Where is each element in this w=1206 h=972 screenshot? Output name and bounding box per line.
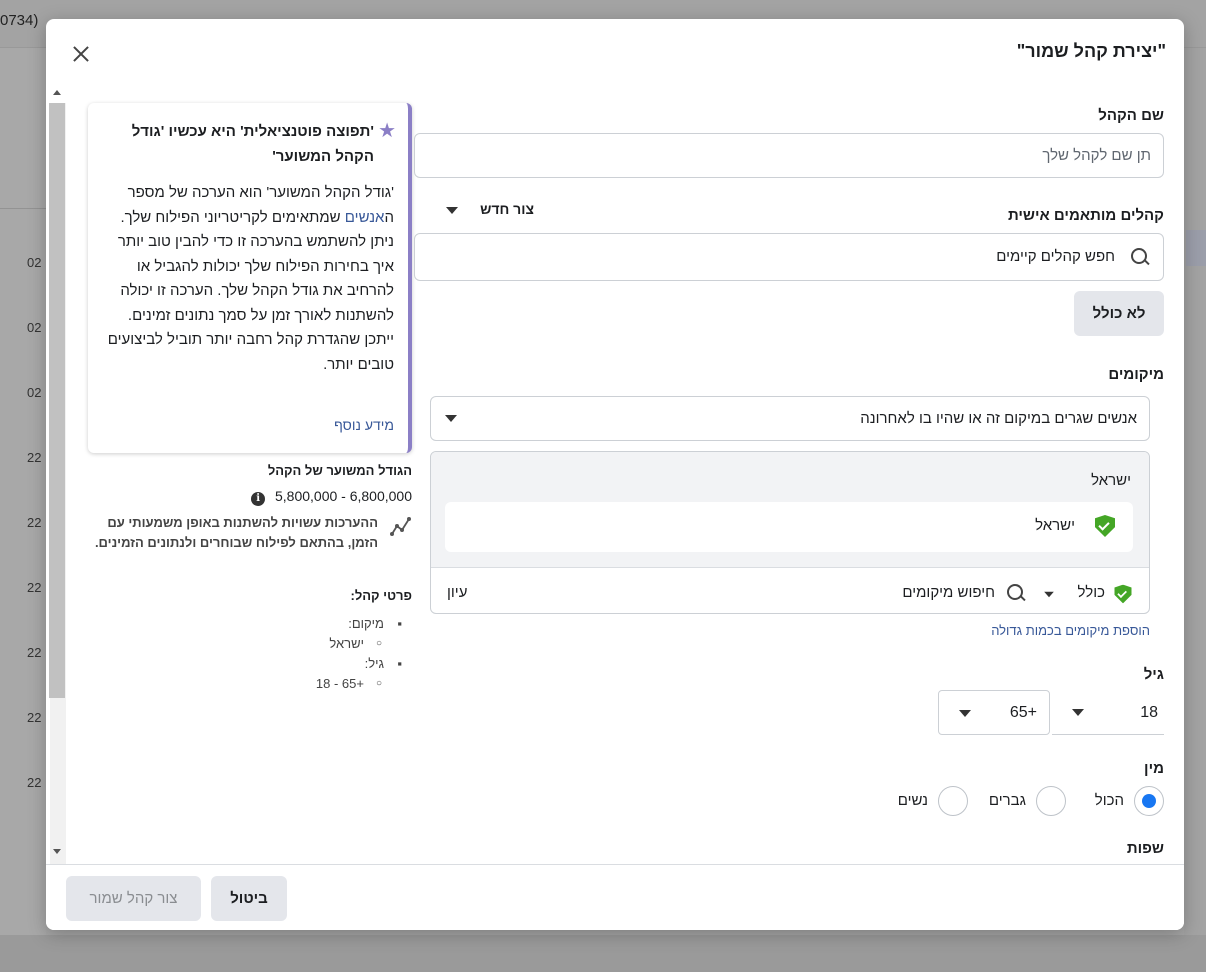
scrollbar-thumb[interactable]	[49, 103, 65, 698]
audience-size-range: 5,800,000 - 6,800,000	[274, 488, 412, 504]
details-location: ▪ מיקום:	[88, 614, 412, 634]
include-shield-icon	[1114, 584, 1132, 604]
browse-button[interactable]: עיון	[447, 584, 467, 601]
background-cell: 22	[27, 710, 42, 725]
details-age: ▪ גיל:	[88, 654, 412, 674]
background-cell: 02	[27, 385, 42, 400]
background-cell: 22	[27, 515, 42, 530]
audience-details-list: ▪ מיקום: ○ ישראל ▪ גיל: ○ 18 - 65+	[88, 614, 412, 694]
audience-form: שם הקהל תן שם לקהל שלך קהלים מותאמים איש…	[414, 83, 1184, 864]
chevron-down-icon	[1072, 709, 1084, 716]
include-label: כולל	[1077, 584, 1105, 601]
estimate-note: ההערכות עשויות להשתנות באופן משמעותי עם …	[94, 515, 378, 550]
background-cell: 22	[27, 580, 42, 595]
background-right-block	[1186, 230, 1206, 266]
location-chip-label: ישראל	[1035, 517, 1075, 534]
location-group-heading: ישראל	[1091, 472, 1131, 489]
details-age-label: גיל:	[364, 656, 384, 671]
tip-card: ★ 'תפוצה פוטנציאלית' היא עכשיו 'גודל הקה…	[88, 103, 412, 453]
search-icon	[1131, 248, 1149, 266]
location-type-dropdown[interactable]: אנשים שגרים במיקום זה או שהיו בו לאחרונה	[430, 396, 1150, 441]
location-chip[interactable]: ישראל	[445, 502, 1133, 552]
custom-audiences-label: קהלים מותאמים אישית	[1007, 207, 1164, 224]
details-location-label: מיקום:	[348, 616, 384, 631]
locations-label: מיקומים	[1108, 366, 1164, 383]
location-type-value: אנשים שגרים במיקום זה או שהיו בו לאחרונה	[860, 410, 1137, 427]
chevron-down-icon	[959, 710, 971, 717]
info-icon[interactable]: i	[251, 491, 266, 506]
include-shield-icon	[1095, 515, 1115, 537]
details-location-value-row: ○ ישראל	[88, 634, 412, 654]
audience-size-heading: הגודל המשוער של הקהל	[267, 463, 412, 478]
bullet-icon: ▪	[397, 656, 402, 671]
age-min-value: 18	[1140, 704, 1158, 721]
age-min-dropdown[interactable]: 18	[1052, 690, 1164, 735]
background-cell: 22	[27, 645, 42, 660]
circle-bullet-icon: ○	[375, 678, 382, 689]
chevron-down-icon	[445, 415, 457, 422]
learn-more-link[interactable]: מידע נוסף	[334, 417, 394, 433]
audience-name-placeholder: תן שם לקהל שלך	[1042, 147, 1151, 164]
gender-label: מין	[1144, 760, 1164, 777]
trend-icon	[390, 517, 411, 536]
custom-audiences-search-placeholder: חפש קהלים קיימים	[996, 248, 1115, 265]
location-search-placeholder: חיפוש מיקומים	[902, 584, 995, 601]
age-max-value: 65+	[1009, 704, 1037, 721]
details-age-value: 18 - 65+	[315, 676, 364, 691]
gender-women-radio[interactable]	[938, 786, 968, 816]
details-age-value-row: ○ 18 - 65+	[88, 674, 412, 694]
search-icon	[1007, 584, 1025, 602]
background-row	[0, 208, 46, 209]
background-right-panel	[1184, 48, 1206, 938]
gender-all-radio[interactable]	[1134, 786, 1164, 816]
tip-title: 'תפוצה פוטנציאלית' היא עכשיו 'גודל הקהל …	[131, 123, 374, 165]
background-cell: 22	[27, 450, 42, 465]
location-search-input[interactable]: חיפוש מיקומים	[609, 578, 1029, 608]
tip-people-link[interactable]: אנשים	[345, 209, 385, 226]
background-bottom-bar	[0, 935, 1206, 972]
include-dropdown[interactable]: כולל	[1044, 582, 1133, 606]
gender-men-label: גברים	[988, 792, 1026, 809]
languages-label: שפות	[1126, 840, 1164, 857]
create-new-label: צור חדש	[480, 201, 534, 217]
scroll-up-arrow-icon[interactable]	[53, 90, 61, 95]
background-cell: 02	[27, 320, 42, 335]
audience-name-label: שם הקהל	[1098, 107, 1164, 124]
close-icon[interactable]	[66, 39, 96, 69]
audience-size-row: 5,800,000 - 6,800,000 i	[88, 488, 412, 506]
audience-details-heading: פרטי קהל:	[350, 588, 413, 603]
tip-body: 'גודל הקהל המשוער' הוא הערכה של מספר האנ…	[102, 181, 394, 377]
location-selected-area: ישראל ישראל	[431, 452, 1149, 568]
audience-name-input[interactable]: תן שם לקהל שלך	[414, 133, 1164, 178]
details-location-value: ישראל	[329, 636, 364, 651]
dialog-content: ★ 'תפוצה פוטנציאלית' היא עכשיו 'גודל הקה…	[46, 83, 1184, 864]
background-table: 02 02 02 22 22 22 22 22 22	[0, 48, 46, 938]
chevron-down-icon	[1044, 591, 1054, 598]
gender-men-radio[interactable]	[1036, 786, 1066, 816]
age-label: גיל	[1143, 666, 1164, 683]
exclude-button[interactable]: לא כולל	[1074, 291, 1164, 336]
background-cell: 02	[27, 255, 42, 270]
star-icon: ★	[378, 120, 396, 142]
tip-body-text: שמתאימים לקריטריוני הפילוח שלך. ניתן להש…	[107, 208, 394, 373]
bullet-icon: ▪	[397, 616, 402, 631]
gender-all-label: הכול	[1094, 792, 1124, 809]
cancel-button[interactable]: ביטול	[211, 876, 287, 921]
background-id-fragment: 0734)	[0, 12, 39, 29]
age-max-dropdown[interactable]: 65+	[938, 690, 1050, 735]
bulk-add-locations-link[interactable]: הוספת מיקומים בכמות גדולה	[991, 623, 1150, 638]
scroll-down-arrow-icon[interactable]	[53, 849, 61, 854]
info-column: ★ 'תפוצה פוטנציאלית' היא עכשיו 'גודל הקה…	[46, 83, 414, 864]
create-saved-audience-button[interactable]: צור קהל שמור	[66, 876, 201, 921]
background-cell: 22	[27, 775, 42, 790]
create-new-dropdown[interactable]: צור חדש	[434, 201, 534, 223]
dialog-footer: צור קהל שמור ביטול	[46, 864, 1184, 930]
gender-women-label: נשים	[897, 792, 928, 809]
location-box: ישראל ישראל כולל חיפוש מיקומים עיון	[430, 451, 1150, 614]
dialog-title: "יצירת קהל שמור"	[1016, 41, 1166, 61]
circle-bullet-icon: ○	[375, 638, 382, 649]
custom-audiences-search[interactable]: חפש קהלים קיימים	[414, 233, 1164, 281]
save-audience-dialog: "יצירת קהל שמור" ★ 'תפוצה פוטנציאלית' הי…	[46, 19, 1184, 930]
chevron-down-icon	[446, 206, 459, 214]
